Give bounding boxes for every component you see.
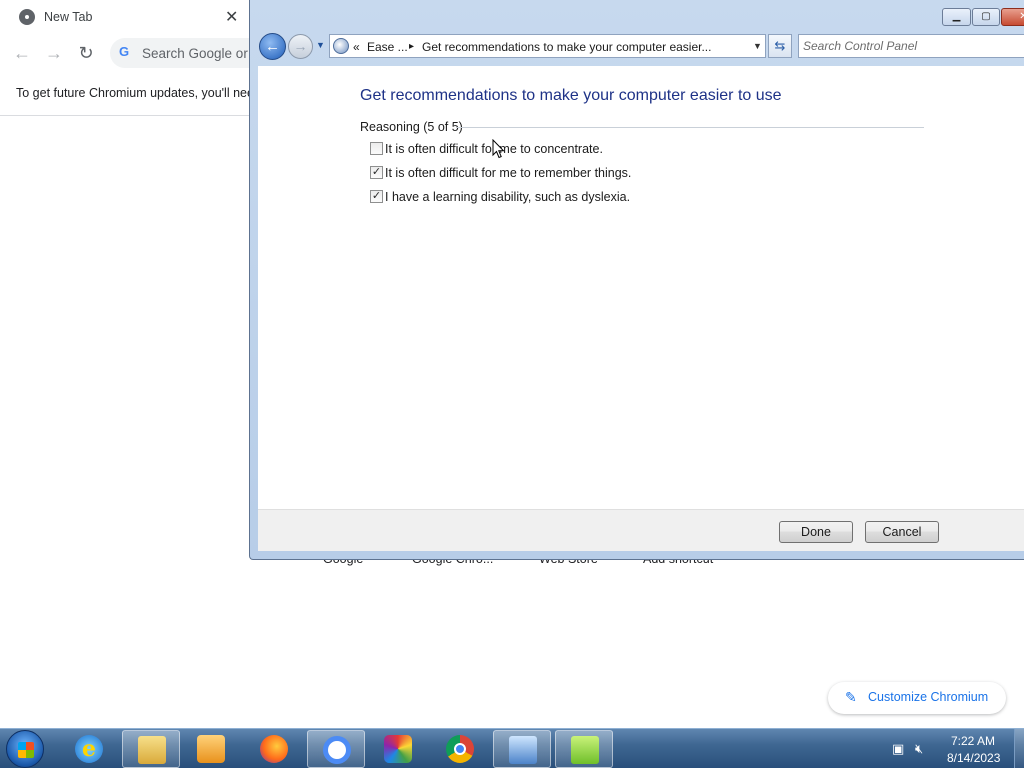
folder-icon [138, 736, 166, 764]
volume-muted-icon[interactable]: 🔇︎ [915, 741, 923, 757]
content-pane: Get recommendations to make your compute… [258, 66, 1024, 509]
maximize-button[interactable]: ▢ [972, 8, 1000, 26]
breadcrumb-current-page[interactable]: Get recommendations to make your compute… [422, 40, 711, 54]
refresh-icon[interactable]: ⇆ [768, 34, 792, 58]
breadcrumb-overflow-icon[interactable]: « [353, 40, 360, 54]
chromium-tab-icon [19, 9, 35, 25]
taskbar-shell[interactable] [555, 730, 613, 768]
control-panel-window: ▁ ▢ ✕ ← → ▼ « Ease ... ▸ Get recommendat… [249, 0, 1024, 560]
checkbox-checked[interactable]: ✓ [370, 190, 383, 203]
address-bar[interactable]: « Ease ... ▸ Get recommendations to make… [329, 34, 766, 58]
breadcrumb-ease-of-access[interactable]: Ease ... [367, 40, 408, 54]
network-icon[interactable]: ▣ [892, 741, 904, 757]
clock-time[interactable]: 7:22 AM [951, 734, 995, 748]
chrome-icon [446, 735, 474, 763]
option-label[interactable]: It is often difficult for me to remember… [385, 166, 631, 180]
media-player-icon [197, 735, 225, 763]
google-g-icon: G [119, 44, 130, 59]
customize-chromium-button[interactable]: ✎ Customize Chromium [828, 682, 1006, 714]
taskbar: e ▣ 🔇︎ 7:22 AM 8/14/2023 [0, 728, 1024, 768]
checkbox-unchecked[interactable] [370, 142, 383, 155]
breadcrumb-arrow-icon[interactable]: ▸ [409, 41, 414, 52]
page-title: Get recommendations to make your compute… [360, 87, 782, 104]
option-label[interactable]: I have a learning disability, such as dy… [385, 190, 630, 204]
taskbar-firefox[interactable] [245, 730, 303, 768]
tab-new-tab[interactable]: New Tab ✕ [0, 0, 250, 34]
forward-arrow-icon[interactable]: → [42, 41, 66, 65]
customize-label: Customize Chromium [868, 690, 989, 704]
shell-app-icon [571, 736, 599, 764]
back-arrow-icon[interactable]: ← [10, 41, 34, 65]
search-input[interactable] [803, 38, 1023, 54]
button-footer: Done Cancel [258, 509, 1024, 551]
firefox-icon [260, 735, 288, 763]
taskbar-internet-explorer[interactable]: e [60, 730, 118, 768]
search-control-panel[interactable]: ⌕ [798, 34, 1024, 58]
chromium-icon [323, 736, 351, 764]
tab-close-icon[interactable]: ✕ [225, 7, 238, 27]
clock-date[interactable]: 8/14/2023 [947, 751, 1000, 765]
taskbar-file-explorer[interactable] [122, 730, 180, 768]
history-dropdown-icon[interactable]: ▼ [316, 40, 325, 50]
checkbox-checked[interactable]: ✓ [370, 166, 383, 179]
tab-title: New Tab [44, 10, 93, 24]
close-button[interactable]: ✕ [1001, 8, 1024, 26]
start-button[interactable] [6, 730, 44, 768]
windows-logo-icon [18, 742, 34, 758]
reasoning-group-label: Reasoning (5 of 5) [360, 120, 463, 134]
taskbar-chrome[interactable] [431, 730, 489, 768]
control-panel-icon [333, 38, 349, 54]
address-dropdown-icon[interactable]: ▼ [753, 41, 762, 51]
group-divider [456, 127, 924, 128]
taskbar-control-panel[interactable] [493, 730, 551, 768]
back-arrow-icon[interactable]: ← [259, 33, 286, 60]
minimize-button[interactable]: ▁ [942, 8, 971, 26]
paint-icon [384, 735, 412, 763]
done-button[interactable]: Done [779, 521, 853, 543]
show-desktop-button[interactable] [1014, 729, 1024, 768]
taskbar-kolourpaint[interactable] [369, 730, 427, 768]
navigation-row: ← → ▼ « Ease ... ▸ Get recommendations t… [250, 30, 1024, 62]
control-panel-icon [509, 736, 537, 764]
reload-icon[interactable]: ↻ [74, 41, 98, 65]
taskbar-media-player[interactable] [182, 730, 240, 768]
cancel-button[interactable]: Cancel [865, 521, 939, 543]
forward-arrow-icon[interactable]: → [288, 34, 313, 59]
internet-explorer-icon: e [75, 735, 103, 763]
pencil-icon: ✎ [845, 689, 857, 705]
taskbar-chromium[interactable] [307, 730, 365, 768]
